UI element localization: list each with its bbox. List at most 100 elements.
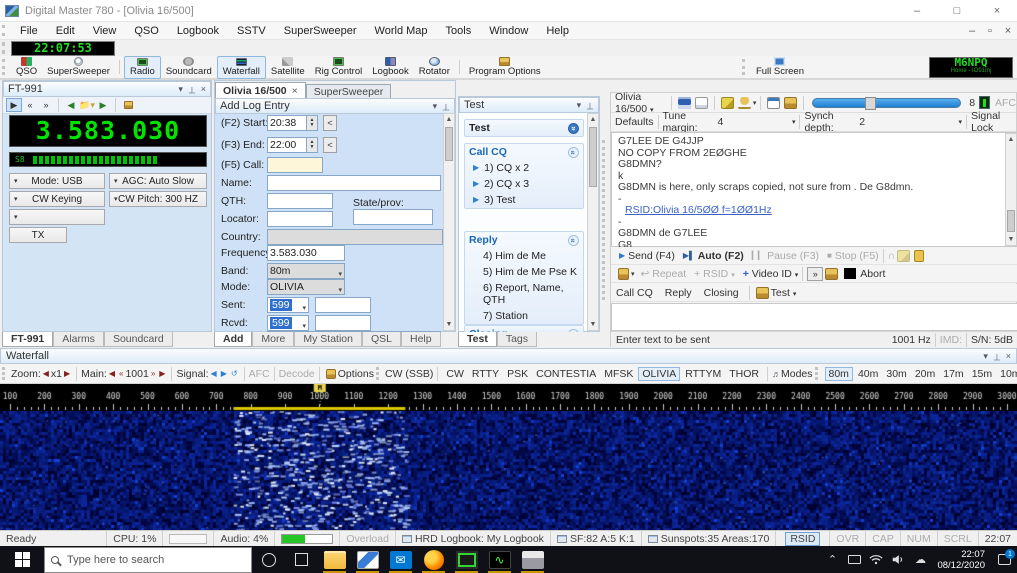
- signal-next-icon[interactable]: ▶: [221, 369, 227, 378]
- mode-psk[interactable]: PSK: [504, 368, 531, 380]
- menu-qso[interactable]: QSO: [125, 25, 167, 37]
- mdi-close-button[interactable]: ×: [999, 25, 1017, 37]
- scroll-up-icon[interactable]: ▲: [444, 114, 454, 125]
- hidden-icons-button[interactable]: ⌃: [821, 553, 843, 566]
- scroll-down-icon[interactable]: ▼: [588, 319, 598, 330]
- chevron-down-icon[interactable]: ▾: [178, 84, 183, 95]
- mdi-minimize-button[interactable]: –: [963, 25, 981, 37]
- tab-qsl[interactable]: QSL: [362, 332, 401, 347]
- band-15m[interactable]: 15m: [969, 368, 995, 380]
- scroll-up-icon[interactable]: ▲: [1006, 134, 1016, 145]
- full-screen-button[interactable]: Full Screen: [751, 56, 809, 79]
- eraser-icon[interactable]: [721, 97, 734, 109]
- signal-refresh-icon[interactable]: ↺: [231, 369, 238, 378]
- transmit-text-area[interactable]: [611, 303, 1017, 331]
- macro-set-button[interactable]: Test ▾: [771, 287, 797, 299]
- tab-soundcard[interactable]: Soundcard: [104, 332, 173, 347]
- program-options-button[interactable]: Program Options: [464, 56, 546, 79]
- mode-mfsk[interactable]: MFSK: [601, 368, 636, 380]
- step-back-icon[interactable]: «: [22, 98, 38, 112]
- scrollbar-thumb[interactable]: [589, 127, 597, 187]
- supersweeper-button[interactable]: SuperSweeper: [42, 56, 115, 79]
- waterfall-display[interactable]: [0, 411, 1017, 530]
- empty-dropdown-button[interactable]: ▾: [9, 209, 105, 225]
- pin-icon[interactable]: ⊤: [993, 351, 1001, 362]
- tab-alarms[interactable]: Alarms: [53, 332, 104, 347]
- options-button[interactable]: Options: [338, 368, 374, 380]
- toolbox-icon[interactable]: [784, 97, 797, 109]
- freq-up-fast-icon[interactable]: »: [151, 369, 155, 378]
- mdi-restore-button[interactable]: ▫: [981, 25, 999, 37]
- menu-edit[interactable]: Edit: [47, 25, 84, 37]
- clear-icon[interactable]: [897, 250, 910, 262]
- macro-item[interactable]: 6) Report, Name, QTH: [465, 280, 583, 308]
- pin-icon[interactable]: ⊤: [586, 100, 594, 111]
- tx-button[interactable]: TX: [9, 227, 67, 243]
- reply-button[interactable]: Reply: [665, 287, 692, 299]
- tab-ft991[interactable]: FT-991: [2, 332, 53, 347]
- macro-item[interactable]: ▶1) CQ x 2: [465, 160, 583, 176]
- close-button[interactable]: ×: [977, 0, 1017, 21]
- qso-button[interactable]: QSO: [11, 56, 42, 79]
- freq-down-icon[interactable]: ◀: [109, 369, 115, 378]
- taskbar-search[interactable]: Type here to search: [44, 547, 252, 573]
- radio-button[interactable]: Radio: [124, 56, 161, 79]
- rsid-toggle[interactable]: RSID: [775, 531, 829, 546]
- scroll-down-icon[interactable]: ▼: [1006, 234, 1016, 245]
- firefox-button[interactable]: [417, 546, 450, 573]
- menu-file[interactable]: File: [11, 25, 47, 37]
- band-17m[interactable]: 17m: [940, 368, 966, 380]
- tab-test[interactable]: Test: [458, 332, 497, 347]
- chevron-down-icon[interactable]: ▾: [753, 99, 757, 107]
- file-explorer-button[interactable]: [318, 546, 351, 573]
- wifi-icon[interactable]: [865, 554, 887, 565]
- log-scrollbar[interactable]: ▲ ▼: [443, 113, 455, 331]
- options-toolbox-icon[interactable]: [120, 98, 136, 112]
- band-select[interactable]: 80m▾: [267, 263, 345, 279]
- chevron-down-icon[interactable]: ▾: [792, 118, 796, 126]
- wf-afc-toggle[interactable]: AFC: [249, 368, 270, 380]
- scrollbar-thumb[interactable]: [1007, 210, 1015, 232]
- gear-icon[interactable]: [618, 268, 629, 280]
- menu-worldmap[interactable]: World Map: [366, 25, 437, 37]
- scroll-up-icon[interactable]: ▲: [588, 114, 598, 125]
- band-40m[interactable]: 40m: [855, 368, 881, 380]
- pane-splitter[interactable]: [602, 140, 607, 300]
- stop-button[interactable]: Stop (F5): [835, 250, 879, 262]
- macro-item[interactable]: ▶2) CQ x 3: [465, 176, 583, 192]
- next-favourite-icon[interactable]: ▶: [95, 98, 111, 112]
- cw-keying-dropdown-button[interactable]: ▾CW Keying: [9, 191, 105, 207]
- zoom-in-icon[interactable]: ▶: [64, 369, 70, 378]
- qth-input[interactable]: [267, 193, 333, 209]
- pin-icon[interactable]: ⊤: [188, 84, 196, 95]
- headphones-icon[interactable]: ∩: [888, 250, 896, 262]
- print-preview-icon[interactable]: [695, 97, 708, 109]
- scrollbar-thumb[interactable]: [445, 127, 453, 161]
- locator-input[interactable]: [267, 211, 333, 227]
- minimize-button[interactable]: –: [897, 0, 937, 21]
- squelch-slider[interactable]: [812, 98, 961, 108]
- closing-button[interactable]: Closing: [704, 287, 739, 299]
- end-time-prev-button[interactable]: <: [323, 137, 337, 153]
- soundcard-button[interactable]: Soundcard: [161, 56, 217, 79]
- start-time-spinner[interactable]: ▲▼: [307, 115, 318, 131]
- tab-help[interactable]: Help: [401, 332, 441, 347]
- video-id-button[interactable]: + Video ID ▾: [743, 268, 799, 280]
- chevron-down-icon[interactable]: ▾: [631, 270, 635, 278]
- onedrive-cloud-icon[interactable]: ☁: [909, 553, 931, 566]
- zoom-out-icon[interactable]: ◀: [43, 369, 49, 378]
- more-buttons-icon[interactable]: »: [807, 267, 823, 281]
- band-10m[interactable]: 10m: [997, 368, 1017, 380]
- end-time-input[interactable]: 22:00: [267, 137, 307, 153]
- mode-olivia[interactable]: OLIVIA: [638, 367, 680, 381]
- mode-selector[interactable]: Olivia 16/500 ▾: [615, 91, 667, 115]
- country-select[interactable]: [267, 229, 443, 245]
- defaults-button[interactable]: Defaults: [615, 116, 654, 128]
- chevron-down-icon[interactable]: ▾: [983, 351, 988, 362]
- maximize-button[interactable]: □: [937, 0, 977, 21]
- tab-add[interactable]: Add: [214, 332, 252, 347]
- main-frequency-value[interactable]: 1001: [125, 368, 148, 380]
- tab-more[interactable]: More: [252, 332, 294, 347]
- satellite-button[interactable]: Satellite: [266, 56, 310, 79]
- band-80m[interactable]: 80m: [825, 367, 853, 381]
